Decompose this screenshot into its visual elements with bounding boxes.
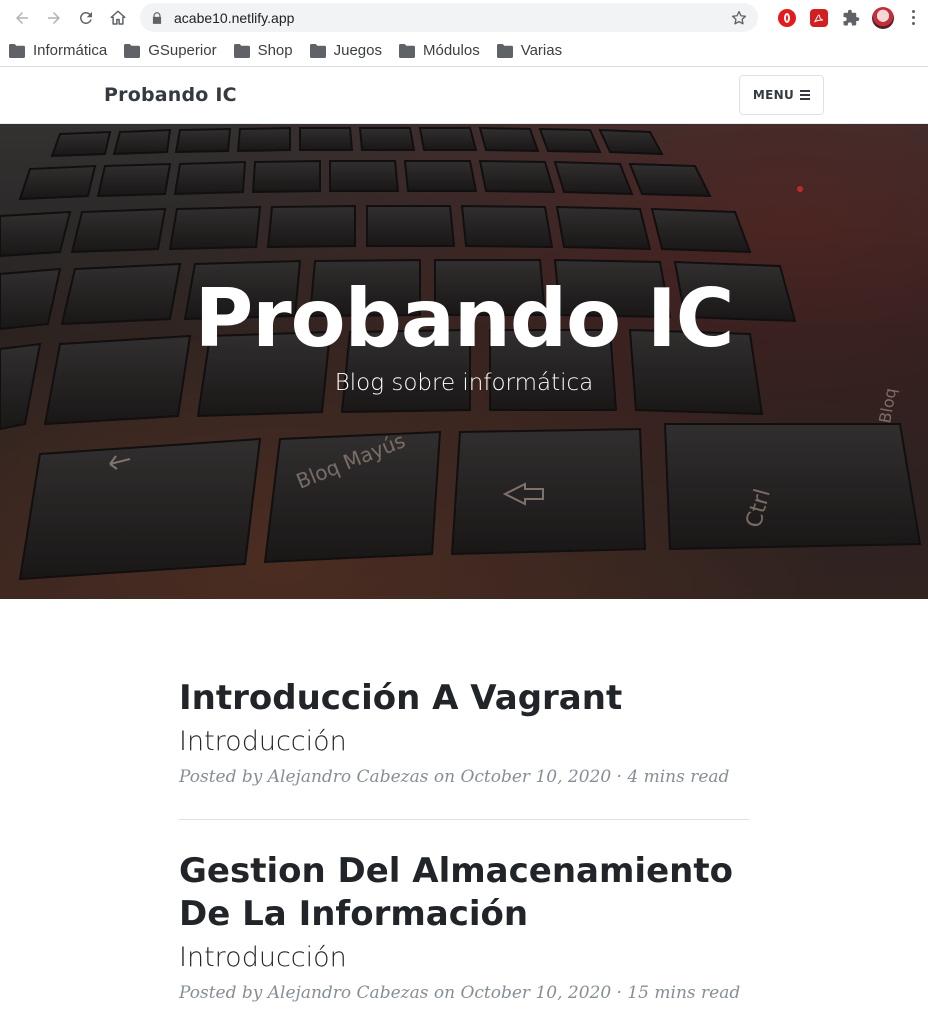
hero-title: Probando IC — [194, 272, 735, 365]
reload-button[interactable] — [70, 2, 102, 34]
folder-icon — [233, 43, 250, 58]
post-title[interactable]: Gestion Del Almacenamiento De La Informa… — [179, 850, 749, 936]
profile-button[interactable] — [870, 5, 896, 31]
post-meta: Posted by Alejandro Cabezas on October 1… — [179, 767, 730, 787]
address-bar[interactable]: acabe10.netlify.app — [140, 3, 758, 32]
bookmark-label: Varias — [520, 42, 563, 59]
bookmark-folder-modulos[interactable]: Módulos — [399, 42, 480, 59]
hero-subtitle: Blog sobre informática — [334, 370, 594, 396]
extensions-button[interactable] — [838, 5, 864, 31]
menu-label: MENU — [752, 88, 794, 102]
browser-toolbar: acabe10.netlify.app — [0, 0, 928, 35]
folder-icon — [496, 43, 513, 58]
forward-button[interactable] — [38, 2, 70, 34]
folder-icon — [309, 43, 326, 58]
arrow-right-icon — [48, 11, 60, 24]
bookmark-label: Juegos — [333, 42, 382, 59]
post-preview[interactable]: Gestion Del Almacenamiento De La Informa… — [179, 850, 749, 1003]
menu-toggle-button[interactable]: MENU — [738, 75, 824, 115]
opera-extension-button[interactable] — [774, 5, 800, 31]
post-preview[interactable]: Introducción A Vagrant Introducción Post… — [179, 677, 749, 787]
puzzle-icon — [843, 9, 860, 25]
folder-icon — [399, 43, 415, 58]
bookmark-folder-varias[interactable]: Varias — [496, 42, 563, 59]
home-button[interactable] — [102, 2, 134, 34]
back-button[interactable] — [6, 2, 38, 34]
post-subtitle: Introducción — [179, 726, 347, 757]
reload-icon — [79, 11, 92, 24]
home-icon — [110, 10, 126, 25]
post-subtitle: Introducción — [179, 942, 347, 973]
post-divider — [179, 819, 749, 820]
post-title[interactable]: Introducción A Vagrant — [179, 677, 749, 720]
bookmark-star-icon[interactable] — [730, 9, 748, 27]
browser-menu-icon[interactable] — [904, 10, 922, 25]
hero-header: Bloq Mayús Ctrl Bloq Probando IC Blog so… — [0, 124, 928, 599]
bookmarks-bar: Informática GSuperior Shop Juegos Módulo… — [0, 35, 928, 67]
bookmark-folder-gsuperior[interactable]: GSuperior — [124, 42, 217, 59]
opera-icon — [778, 8, 796, 27]
folder-icon — [9, 43, 25, 58]
site-brand-link[interactable]: Probando IC — [104, 84, 237, 106]
url-text: acabe10.netlify.app — [174, 9, 295, 26]
avatar — [872, 6, 894, 29]
bookmark-folder-informatica[interactable]: Informática — [9, 42, 107, 59]
bookmark-label: Shop — [257, 42, 293, 59]
bookmark-folder-shop[interactable]: Shop — [233, 42, 293, 59]
post-meta: Posted by Alejandro Cabezas on October 1… — [179, 983, 741, 1003]
hamburger-icon — [800, 90, 810, 100]
bookmark-label: GSuperior — [148, 42, 217, 59]
folder-icon — [124, 43, 141, 58]
arrow-left-icon — [16, 11, 28, 24]
post-list: Introducción A Vagrant Introducción Post… — [0, 599, 749, 1003]
acrobat-icon — [810, 8, 828, 27]
pdf-extension-button[interactable] — [806, 5, 832, 31]
bookmark-folder-juegos[interactable]: Juegos — [309, 42, 382, 59]
lock-icon — [152, 11, 162, 24]
bookmark-label: Módulos — [423, 42, 480, 59]
site-navbar: Probando IC MENU — [0, 67, 928, 124]
bookmark-label: Informática — [33, 42, 108, 59]
